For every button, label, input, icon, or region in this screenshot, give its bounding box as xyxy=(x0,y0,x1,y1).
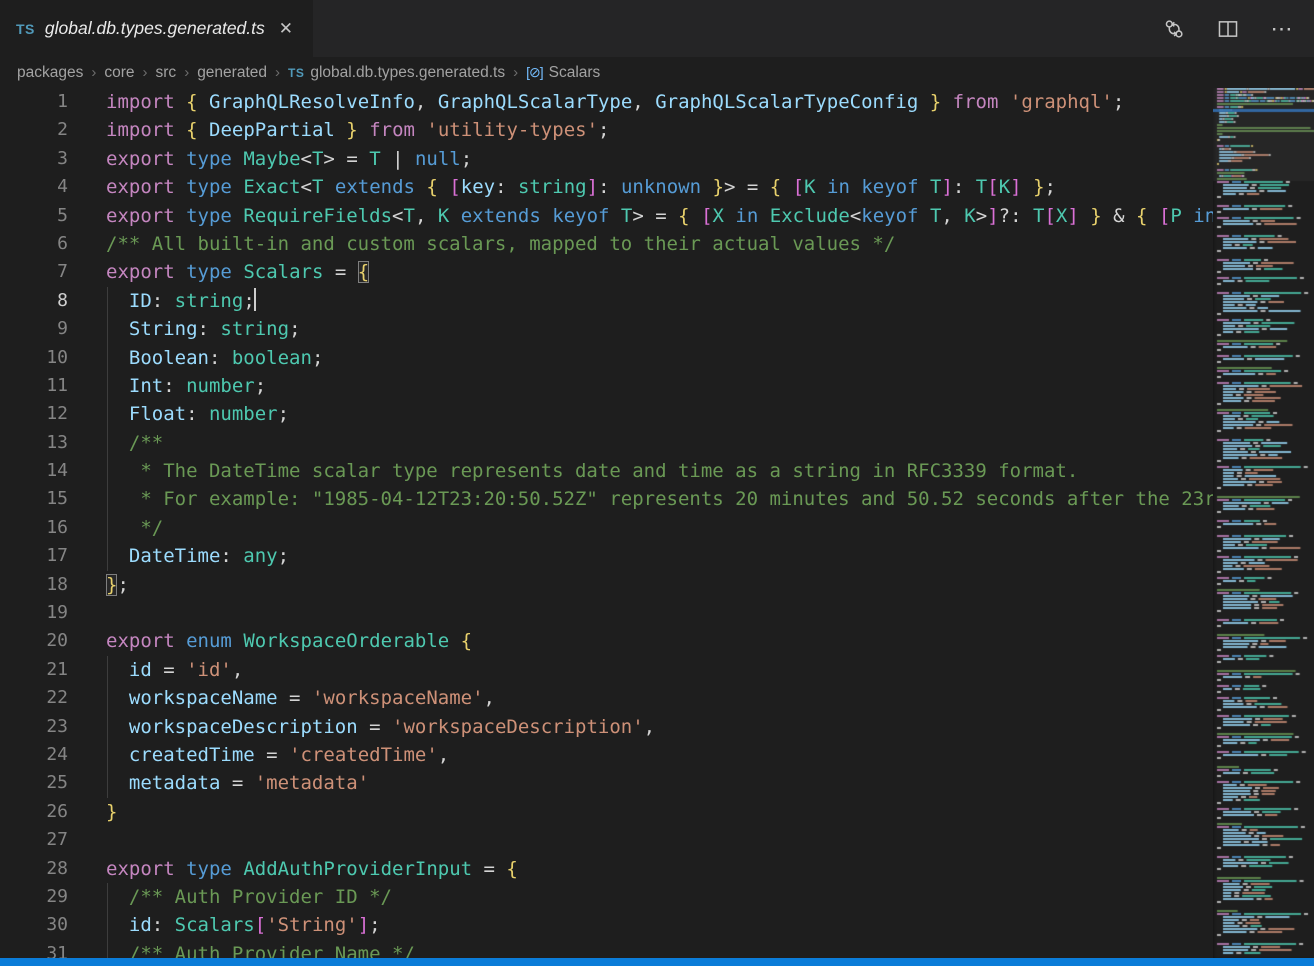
code-line-2[interactable]: import { DeepPartial } from 'utility-typ… xyxy=(106,116,1213,144)
typescript-icon: TS xyxy=(288,66,304,80)
line-number: 29 xyxy=(0,883,68,911)
line-number: 4 xyxy=(0,173,68,201)
code-line-19[interactable] xyxy=(106,599,1213,627)
line-number: 30 xyxy=(0,911,68,939)
code-line-29[interactable]: /** Auth Provider ID */ xyxy=(106,883,1213,911)
line-number-gutter: 1234567891011121314151617181920212223242… xyxy=(0,88,68,958)
code-line-23[interactable]: workspaceDescription = 'workspaceDescrip… xyxy=(106,713,1213,741)
line-number: 3 xyxy=(0,145,68,173)
line-number: 22 xyxy=(0,684,68,712)
code-line-5[interactable]: export type RequireFields<T, K extends k… xyxy=(106,202,1213,230)
breadcrumb: packages › core › src › generated › TS g… xyxy=(0,57,1314,88)
close-icon[interactable]: ✕ xyxy=(279,19,293,39)
code-line-21[interactable]: id = 'id', xyxy=(106,656,1213,684)
chevron-right-icon: › xyxy=(143,64,148,81)
breadcrumb-item-src[interactable]: src xyxy=(156,64,177,82)
code-line-30[interactable]: id: Scalars['String']; xyxy=(106,911,1213,939)
breadcrumb-item-scalars[interactable]: [⊘] Scalars xyxy=(526,64,600,82)
line-number: 20 xyxy=(0,627,68,655)
text-cursor xyxy=(254,288,256,311)
line-number: 12 xyxy=(0,400,68,428)
more-actions-icon[interactable]: ⋯ xyxy=(1270,17,1294,41)
line-number: 24 xyxy=(0,741,68,769)
line-number: 27 xyxy=(0,826,68,854)
chevron-right-icon: › xyxy=(275,64,280,81)
symbol-type-icon: [⊘] xyxy=(526,64,543,81)
code-line-18[interactable]: }; xyxy=(106,571,1213,599)
line-number: 9 xyxy=(0,315,68,343)
code-line-6[interactable]: /** All built-in and custom scalars, map… xyxy=(106,230,1213,258)
chevron-right-icon: › xyxy=(91,64,96,81)
code-line-3[interactable]: export type Maybe<T> = T | null; xyxy=(106,145,1213,173)
line-number: 11 xyxy=(0,372,68,400)
line-number: 31 xyxy=(0,940,68,958)
breadcrumb-symbol-label: Scalars xyxy=(549,64,601,82)
code-line-31[interactable]: /** Auth Provider Name */ xyxy=(106,940,1213,958)
line-number: 14 xyxy=(0,457,68,485)
code-line-4[interactable]: export type Exact<T extends { [key: stri… xyxy=(106,173,1213,201)
code-line-11[interactable]: Int: number; xyxy=(106,372,1213,400)
code-line-25[interactable]: metadata = 'metadata' xyxy=(106,769,1213,797)
code-line-17[interactable]: DateTime: any; xyxy=(106,542,1213,570)
minimap-canvas[interactable] xyxy=(1213,88,1314,958)
status-bar xyxy=(0,958,1314,966)
code-line-10[interactable]: Boolean: boolean; xyxy=(106,344,1213,372)
line-number: 23 xyxy=(0,713,68,741)
line-number: 16 xyxy=(0,514,68,542)
code-line-26[interactable]: } xyxy=(106,798,1213,826)
editor-actions: ⋯ xyxy=(1162,0,1314,57)
code-line-27[interactable] xyxy=(106,826,1213,854)
breadcrumb-item-file[interactable]: TS global.db.types.generated.ts xyxy=(288,64,505,82)
breadcrumb-file-label: global.db.types.generated.ts xyxy=(310,64,505,82)
breadcrumb-item-packages[interactable]: packages xyxy=(17,64,83,82)
line-number: 8 xyxy=(0,287,68,315)
tab-bar: TS global.db.types.generated.ts ✕ ⋯ xyxy=(0,0,1314,57)
line-number: 10 xyxy=(0,344,68,372)
line-number: 6 xyxy=(0,230,68,258)
code-line-28[interactable]: export type AddAuthProviderInput = { xyxy=(106,855,1213,883)
open-changes-icon[interactable] xyxy=(1162,17,1186,41)
code-line-20[interactable]: export enum WorkspaceOrderable { xyxy=(106,627,1213,655)
code-line-15[interactable]: * For example: "1985-04-12T23:20:50.52Z"… xyxy=(106,485,1213,513)
typescript-icon: TS xyxy=(16,21,35,37)
line-number: 5 xyxy=(0,202,68,230)
code-line-12[interactable]: Float: number; xyxy=(106,400,1213,428)
line-number: 21 xyxy=(0,656,68,684)
code-line-22[interactable]: workspaceName = 'workspaceName', xyxy=(106,684,1213,712)
chevron-right-icon: › xyxy=(184,64,189,81)
line-number: 7 xyxy=(0,258,68,286)
line-number: 15 xyxy=(0,485,68,513)
line-number: 28 xyxy=(0,855,68,883)
line-number: 19 xyxy=(0,599,68,627)
tab-global-db-types-generated[interactable]: TS global.db.types.generated.ts ✕ xyxy=(0,0,313,57)
breadcrumb-item-generated[interactable]: generated xyxy=(197,64,267,82)
editor: 1234567891011121314151617181920212223242… xyxy=(0,88,1314,958)
line-number: 13 xyxy=(0,429,68,457)
line-number: 18 xyxy=(0,571,68,599)
code-line-14[interactable]: * The DateTime scalar type represents da… xyxy=(106,457,1213,485)
split-editor-icon[interactable] xyxy=(1216,17,1240,41)
code-line-1[interactable]: import { GraphQLResolveInfo, GraphQLScal… xyxy=(106,88,1213,116)
line-number: 17 xyxy=(0,542,68,570)
code-line-8[interactable]: ID: string; xyxy=(106,287,1213,315)
line-number: 1 xyxy=(0,88,68,116)
line-number: 26 xyxy=(0,798,68,826)
minimap[interactable] xyxy=(1213,88,1314,958)
line-number: 25 xyxy=(0,769,68,797)
code-line-13[interactable]: /** xyxy=(106,429,1213,457)
line-number: 2 xyxy=(0,116,68,144)
code-line-9[interactable]: String: string; xyxy=(106,315,1213,343)
code-line-16[interactable]: */ xyxy=(106,514,1213,542)
code-area[interactable]: import { GraphQLResolveInfo, GraphQLScal… xyxy=(106,88,1213,958)
tab-filename: global.db.types.generated.ts xyxy=(45,18,265,39)
breadcrumb-item-core[interactable]: core xyxy=(104,64,134,82)
chevron-right-icon: › xyxy=(513,64,518,81)
code-line-24[interactable]: createdTime = 'createdTime', xyxy=(106,741,1213,769)
code-line-7[interactable]: export type Scalars = { xyxy=(106,258,1213,286)
